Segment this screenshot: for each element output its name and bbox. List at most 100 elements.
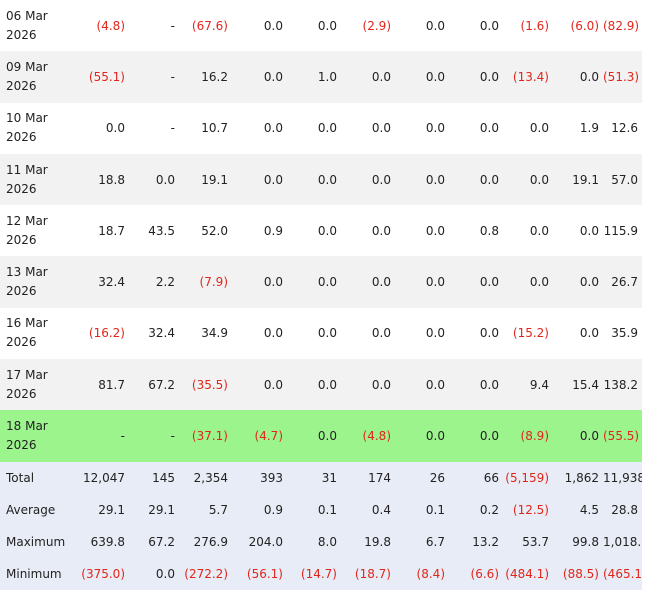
table-cell: 26.7 xyxy=(611,275,638,290)
table-cell: 15.4 xyxy=(572,377,599,392)
table-cell: 0.0 xyxy=(263,275,283,290)
table-cell: 0.0 xyxy=(425,18,445,33)
row-date: 17 Mar 2026 xyxy=(0,359,77,410)
table-row[interactable]: 12 Mar 2026 18.7 43.5 52.0 0.9 0.0 0.0 0.0 0.8 0.0… xyxy=(0,205,642,257)
summary-cell: 0.0 xyxy=(155,566,175,581)
table-cell: - xyxy=(120,429,125,444)
summary-cell: 53.7 xyxy=(522,534,549,549)
summary-cell: 13.2 xyxy=(472,534,499,549)
row-date-year: 2026 xyxy=(6,78,37,93)
table-cell: (67.6) xyxy=(191,18,228,33)
summary-cell: 66 xyxy=(483,470,499,485)
table-cell: 0.0 xyxy=(425,69,445,84)
row-date-day: 18 Mar xyxy=(6,419,48,434)
table-row[interactable]: 16 Mar 2026 (16.2) 32.4 34.9 0.0 0.0 0.0 0.0 0.0 (… xyxy=(0,307,642,360)
table-row[interactable]: 10 Mar 2026 0.0 - 10.7 0.0 0.0 0.0 0.0 0.0 0.0 1.9 1… xyxy=(0,102,642,154)
table-cell: 9.4 xyxy=(529,377,549,392)
summary-body: Total 12,047 145 2,354 393 31 174 26 66 (5,159) 1,… xyxy=(0,461,642,590)
table-row[interactable]: 17 Mar 2026 81.7 67.2 (35.5) 0.0 0.0 0.0 0.0 0.0 9… xyxy=(0,359,642,411)
table-cell: 0.0 xyxy=(579,275,599,290)
summary-cell: (12.5) xyxy=(512,502,549,517)
summary-cell: 99.8 xyxy=(572,534,599,549)
summary-cell: 1,862 xyxy=(564,470,599,485)
row-date-day: 11 Mar xyxy=(6,162,48,177)
row-date-year: 2026 xyxy=(6,232,37,247)
table-cell: 19.1 xyxy=(201,172,228,187)
table-cell: (4.8) xyxy=(96,18,125,33)
summary-cell: 29.1 xyxy=(148,502,175,517)
table-cell: 0.0 xyxy=(317,326,337,341)
table-cell: (4.8) xyxy=(362,429,391,444)
table-row-highlighted[interactable]: 18 Mar 2026 - - (37.1) (4.7) 0.0 (4.8) 0.0 0.0 (8.… xyxy=(0,410,642,462)
summary-cell: (375.0) xyxy=(81,566,125,581)
summary-cell: 11,938 xyxy=(603,470,642,485)
table-cell: 0.0 xyxy=(579,223,599,238)
table-cell: 0.0 xyxy=(425,275,445,290)
table-cell: (13.4) xyxy=(512,69,549,84)
row-date: 12 Mar 2026 xyxy=(0,205,77,256)
table-cell: 0.0 xyxy=(317,275,337,290)
row-date: 16 Mar 2026 xyxy=(0,308,77,359)
table-cell: 0.0 xyxy=(371,223,391,238)
summary-cell: 31 xyxy=(321,470,337,485)
summary-label: Maximum xyxy=(6,534,66,549)
table-cell: 115.9 xyxy=(603,223,638,238)
table-cell: 0.0 xyxy=(371,377,391,392)
table-cell: 0.0 xyxy=(479,429,499,444)
table-cell: 0.0 xyxy=(579,429,599,444)
table-cell: 0.0 xyxy=(479,18,499,33)
summary-cell: 639.8 xyxy=(90,534,125,549)
summary-row-maximum: Maximum 639.8 67.2 276.9 204.0 8.0 19.8 6.7 13.2… xyxy=(0,525,642,558)
table-cell: 0.9 xyxy=(263,223,283,238)
summary-cell: 4.5 xyxy=(579,502,599,517)
summary-label: Minimum xyxy=(6,566,62,581)
summary-cell: 145 xyxy=(152,470,175,485)
summary-cell: 26 xyxy=(429,470,445,485)
table-cell: 0.0 xyxy=(425,172,445,187)
table-row[interactable]: 09 Mar 2026 (55.1) - 16.2 0.0 1.0 0.0 0.0 0.0 (13.… xyxy=(0,51,642,103)
table-cell: (35.5) xyxy=(191,377,228,392)
table-cell: 0.0 xyxy=(529,223,549,238)
summary-cell: 8.0 xyxy=(317,534,337,549)
table-cell: 0.0 xyxy=(263,326,283,341)
table-cell: 0.0 xyxy=(263,121,283,136)
row-date-year: 2026 xyxy=(6,284,37,299)
row-date-day: 06 Mar xyxy=(6,8,48,23)
table-cell: 52.0 xyxy=(201,223,228,238)
table-cell: 0.0 xyxy=(479,121,499,136)
table-row[interactable]: 11 Mar 2026 18.8 0.0 19.1 0.0 0.0 0.0 0.0 0.0 0.0 1… xyxy=(0,153,642,206)
table-cell: 0.0 xyxy=(371,121,391,136)
summary-row-total: Total 12,047 145 2,354 393 31 174 26 66 (5,159) 1,… xyxy=(0,461,642,494)
summary-cell: 0.2 xyxy=(479,502,499,517)
summary-cell: (14.7) xyxy=(300,566,337,581)
row-date: 13 Mar 2026 xyxy=(0,256,77,307)
table-cell: 0.0 xyxy=(317,377,337,392)
summary-cell: (88.5) xyxy=(562,566,599,581)
table-cell: 18.8 xyxy=(98,172,125,187)
summary-cell: 174 xyxy=(368,470,391,485)
table-row[interactable]: 06 Mar 2026 (4.8) - (67.6) 0.0 0.0 (2.9) 0.0 0.0 (… xyxy=(0,0,642,52)
table-cell: (55.5) xyxy=(603,429,640,444)
table-cell: 0.0 xyxy=(317,429,337,444)
row-date-year: 2026 xyxy=(6,181,37,196)
table-cell: (37.1) xyxy=(191,429,228,444)
summary-cell: 2,354 xyxy=(193,470,228,485)
table-cell: 0.0 xyxy=(425,121,445,136)
table-cell: 0.0 xyxy=(479,377,499,392)
table-cell: - xyxy=(170,429,175,444)
table-cell: 0.0 xyxy=(579,326,599,341)
row-date-day: 17 Mar xyxy=(6,367,48,382)
row-date-year: 2026 xyxy=(6,438,37,453)
table-cell: (1.6) xyxy=(520,18,549,33)
summary-row-average: Average 29.1 29.1 5.7 0.9 0.1 0.4 0.1 0.2 (12.5) 4… xyxy=(0,493,642,526)
table-cell: (2.9) xyxy=(362,18,391,33)
row-date-day: 10 Mar xyxy=(6,111,48,126)
table-cell: 0.0 xyxy=(479,326,499,341)
table-row[interactable]: 13 Mar 2026 32.4 2.2 (7.9) 0.0 0.0 0.0 0.0 0.0 0.0… xyxy=(0,256,642,308)
summary-cell: (18.7) xyxy=(354,566,391,581)
summary-cell: 393 xyxy=(260,470,283,485)
table-cell: 43.5 xyxy=(148,223,175,238)
summary-cell: 204.0 xyxy=(248,534,283,549)
table-cell: 0.0 xyxy=(371,172,391,187)
summary-label: Total xyxy=(6,470,35,485)
